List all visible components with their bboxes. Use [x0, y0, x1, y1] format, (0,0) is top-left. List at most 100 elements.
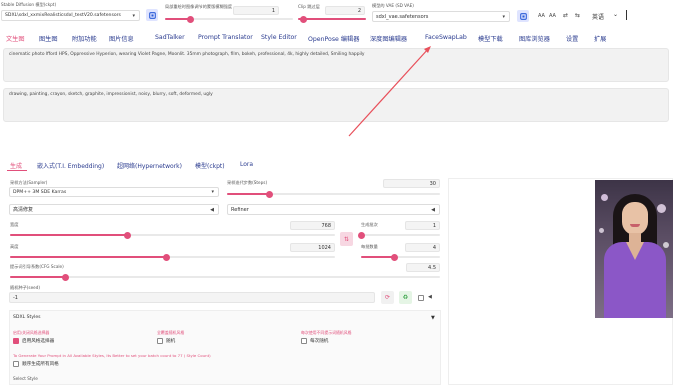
chevron-down-icon: ▾ — [211, 189, 214, 195]
tab-txt2img[interactable]: 文生图 — [6, 34, 25, 43]
vae-select[interactable]: sdxl_vae.safetensors ▾ — [372, 11, 510, 22]
positive-prompt-input[interactable]: cinematic photo lfford HPS, Oppressive H… — [3, 48, 669, 82]
enable-styles-group-label: 启用/关闭风格选择器 — [13, 330, 50, 335]
random-style-checkbox[interactable] — [157, 338, 163, 344]
subtab-embedding[interactable]: 嵌入式(T.I. Embedding) — [37, 161, 104, 170]
language-select[interactable]: 英语 — [592, 12, 604, 21]
random-style-group-label: 全覆盖随机风格 — [157, 330, 185, 335]
sdxl-styles-panel: SDXL Styles ▼ 启用/关闭风格选择器 启用风格选择器 全覆盖随机风格… — [9, 310, 441, 385]
tab-settings[interactable]: 设置 — [566, 34, 578, 43]
sampler-label: 采样方法(Sampler) — [10, 180, 48, 185]
clip-skip-slider-fill — [298, 18, 366, 20]
each-random-group-label: 每次使用不同提示词随机风格 — [301, 330, 352, 335]
height-slider-knob[interactable] — [162, 253, 170, 261]
clip-skip-value[interactable]: 2 — [325, 6, 365, 15]
width-slider[interactable] — [10, 231, 335, 239]
sampler-select-value: DPM++ 3M SDE Karras — [13, 190, 67, 195]
model-label: Stable Diffusion 模型(ckpt) — [1, 2, 57, 7]
sampler-select[interactable]: DPM++ 3M SDE Karras ▾ — [9, 187, 219, 197]
cfg-slider-fill — [10, 276, 66, 278]
batch-size-slider-knob[interactable] — [391, 253, 399, 261]
enable-styles-checkbox[interactable] — [13, 338, 19, 344]
height-value[interactable]: 1024 — [290, 243, 335, 252]
steps-slider-knob[interactable] — [266, 190, 274, 198]
height-slider-fill — [10, 256, 166, 258]
extra-seed-caret-icon[interactable]: ◀ — [428, 294, 432, 300]
tab-png-info[interactable]: 图片信息 — [109, 34, 134, 43]
sdxl-styles-title[interactable]: SDXL Styles — [13, 315, 41, 320]
subtab-generate-underline — [7, 170, 27, 171]
generated-image-thumbnail[interactable] — [595, 180, 673, 318]
batch-count-slider-knob[interactable] — [357, 231, 365, 239]
reuse-seed-button[interactable]: ♻ — [399, 291, 412, 304]
chevron-down-icon[interactable]: ⌄ — [613, 11, 618, 18]
font-size-large-button[interactable]: AA — [549, 13, 556, 19]
chevron-down-icon: ▾ — [132, 13, 135, 19]
subtab-checkpoint[interactable]: 模型(ckpt) — [195, 161, 225, 170]
bokeh-light-1 — [601, 194, 608, 201]
batch-count-slider[interactable] — [357, 231, 440, 239]
each-random-checkbox[interactable] — [301, 338, 307, 344]
collapse-caret-icon[interactable]: ▼ — [431, 315, 435, 321]
bokeh-light-2 — [657, 204, 666, 213]
face — [622, 202, 648, 235]
swap-icon[interactable]: ⇄ — [563, 12, 568, 19]
clip-skip-slider-knob[interactable] — [300, 15, 307, 23]
steps-value[interactable]: 30 — [383, 179, 440, 188]
mask-blur-value[interactable]: 1 — [233, 6, 279, 15]
height-label: 高度 — [10, 244, 19, 249]
batch-count-label: 生成批次 — [361, 222, 378, 227]
tab-sadtalker[interactable]: SadTalker — [155, 34, 185, 41]
batch-size-slider[interactable] — [361, 253, 440, 261]
tab-gallery[interactable]: 图库浏览器 — [519, 34, 550, 43]
language-bar-icon[interactable] — [626, 10, 627, 20]
swap-alt-icon[interactable]: ⇆ — [575, 12, 580, 19]
refiner-accordion[interactable]: Refiner ◀ — [227, 204, 440, 215]
tab-faceswaplab[interactable]: FaceSwapLab — [425, 34, 467, 41]
tab-openpose[interactable]: OpenPose 编辑器 — [308, 34, 359, 43]
refiner-label: Refiner — [231, 207, 249, 213]
height-slider[interactable] — [10, 253, 335, 261]
each-random-label: 每次随机 — [310, 339, 329, 344]
tab-extensions[interactable]: 扩展 — [594, 34, 606, 43]
chevron-down-icon: ▾ — [502, 14, 505, 20]
tab-prompt-translator[interactable]: Prompt Translator — [198, 34, 253, 41]
subtab-lora[interactable]: Lora — [240, 161, 253, 168]
negative-prompt-input[interactable]: drawing, painting, crayon, sketch, graph… — [3, 88, 669, 122]
subtab-generate[interactable]: 生成 — [10, 161, 22, 170]
tab-depth-editor[interactable]: 深度图编辑器 — [370, 34, 407, 43]
batch-size-label: 每批数量 — [361, 244, 378, 249]
tab-model-download[interactable]: 模型下载 — [478, 34, 503, 43]
steps-slider-fill — [227, 193, 270, 195]
model-select[interactable]: SDXL\sdxl_xxmixRealisticsdxl_testV20.saf… — [1, 10, 140, 21]
cfg-value[interactable]: 4.5 — [406, 263, 440, 272]
width-value[interactable]: 768 — [290, 221, 335, 230]
hires-fix-accordion[interactable]: 高清修复 ◀ — [9, 204, 219, 215]
select-style-label: Select Style — [13, 376, 38, 381]
seed-input[interactable]: -1 — [9, 292, 375, 303]
batch-size-slider-fill — [361, 256, 395, 258]
extra-seed-checkbox[interactable] — [418, 295, 424, 301]
clip-skip-slider[interactable] — [298, 15, 366, 23]
subtab-hypernetwork[interactable]: 超网络(Hypernetwork) — [117, 161, 182, 170]
steps-slider[interactable] — [227, 190, 440, 198]
tab-style-editor[interactable]: Style Editor — [261, 34, 297, 41]
mask-blur-slider[interactable] — [165, 15, 293, 23]
width-slider-knob[interactable] — [123, 231, 131, 239]
clip-skip-label: Clip 跳过层 — [298, 4, 320, 9]
batch-count-value[interactable]: 1 — [405, 221, 440, 230]
tab-extras[interactable]: 附加功能 — [72, 34, 97, 43]
batch-count-note: To Generate Your Prompt in All Available… — [13, 353, 211, 358]
refresh-model-button[interactable] — [146, 9, 158, 21]
refresh-vae-button[interactable] — [517, 10, 529, 22]
cfg-slider[interactable] — [10, 273, 440, 281]
swap-dimensions-button[interactable]: ⇅ — [340, 232, 353, 246]
all-styles-checkbox[interactable] — [13, 361, 19, 367]
batch-size-value[interactable]: 4 — [405, 243, 440, 252]
mask-blur-slider-knob[interactable] — [187, 15, 195, 23]
cfg-slider-knob[interactable] — [62, 273, 70, 281]
font-size-small-button[interactable]: AA — [538, 13, 545, 19]
enable-styles-label: 启用风格选择器 — [22, 339, 55, 344]
random-seed-button[interactable]: ⟳ — [381, 291, 394, 304]
tab-img2img[interactable]: 图生图 — [39, 34, 58, 43]
